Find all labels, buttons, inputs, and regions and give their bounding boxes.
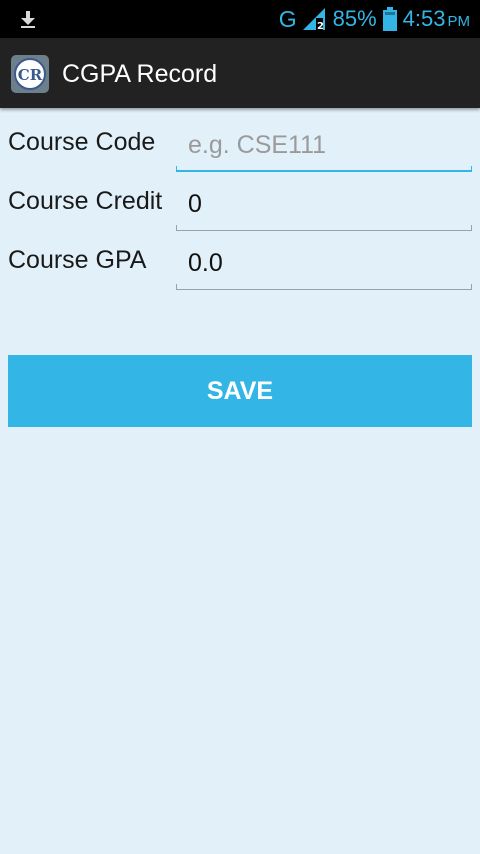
- status-indicators: G 2 85% 4:53 PM: [279, 0, 470, 38]
- app-icon-text: CR: [18, 66, 43, 84]
- course-code-field-wrapper: [176, 122, 472, 172]
- course-credit-underline: [176, 225, 472, 231]
- download-icon: [21, 11, 35, 28]
- course-credit-input[interactable]: [176, 181, 466, 227]
- app-logo-icon: CR: [11, 55, 49, 93]
- course-credit-field-wrapper: [176, 181, 472, 231]
- battery-icon: [382, 7, 397, 31]
- course-code-underline: [176, 166, 472, 172]
- course-code-label: Course Code: [8, 128, 156, 156]
- status-clock: 4:53 PM: [403, 6, 470, 32]
- course-gpa-underline: [176, 284, 472, 290]
- action-bar: CR CGPA Record: [0, 38, 480, 108]
- course-credit-row: Course Credit: [0, 179, 480, 235]
- save-button[interactable]: SAVE: [8, 355, 472, 427]
- signal-icon: 2: [302, 8, 325, 30]
- status-bar: G 2 85% 4:53 PM: [0, 0, 480, 38]
- svg-text:2: 2: [317, 21, 324, 30]
- clock-ampm: PM: [447, 13, 471, 30]
- course-code-input[interactable]: [176, 122, 466, 168]
- course-gpa-label: Course GPA: [8, 246, 147, 274]
- battery-percentage: 85%: [332, 6, 377, 31]
- network-type: G: [278, 5, 297, 32]
- app-title: CGPA Record: [62, 60, 218, 88]
- course-code-row: Course Code: [0, 120, 480, 176]
- clock-time: 4:53: [402, 6, 446, 31]
- course-credit-label: Course Credit: [8, 187, 163, 215]
- course-gpa-field-wrapper: [176, 240, 472, 290]
- cr-logo-mark: CR: [14, 58, 46, 90]
- course-gpa-input[interactable]: [176, 240, 466, 286]
- course-gpa-row: Course GPA: [0, 238, 480, 294]
